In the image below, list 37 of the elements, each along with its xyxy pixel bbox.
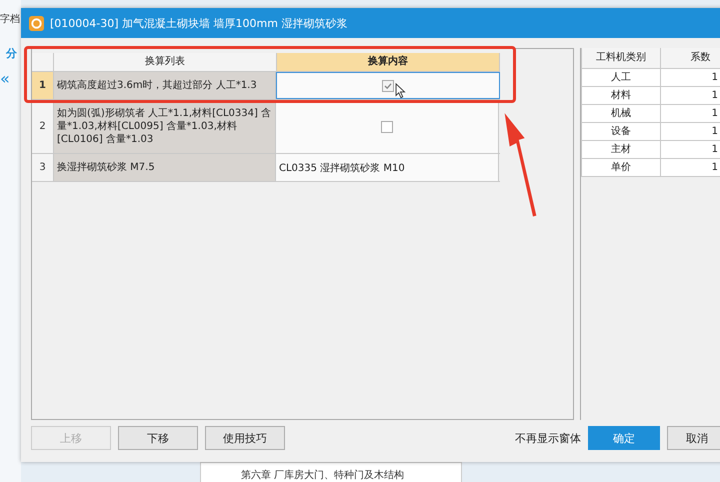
table-cell: 换湿拌砌筑砂浆 M7.5: [54, 154, 276, 181]
column-header: 换算列表: [54, 53, 277, 71]
dialog-button[interactable]: 下移: [118, 426, 198, 450]
table-cell: 设备: [581, 123, 661, 140]
checkbox[interactable]: [382, 80, 394, 92]
checkbox[interactable]: [381, 120, 393, 132]
cancel-button[interactable]: 取消: [667, 426, 720, 450]
table-cell: 单价: [581, 159, 661, 176]
table-cell[interactable]: 1: [661, 141, 720, 158]
sidebar-label: 字档: [0, 12, 20, 26]
table-cell[interactable]: [276, 72, 500, 99]
dialog-button[interactable]: 使用技巧: [205, 426, 285, 450]
table-cell: 主材: [581, 141, 661, 158]
table-cell: 如为圆(弧)形砌筑者 人工*1.1,材料[CL0334] 含量*1.03,材料[CL0095] 含量*1.03,材料[CL0106] 含量*1.03: [54, 100, 276, 153]
row-number: 1: [32, 72, 54, 99]
window-title: [010004-30] 加气混凝土砌块墙 墙厚100mm 湿拌砌筑砂浆: [50, 16, 348, 30]
column-header: 换算内容: [277, 53, 500, 71]
column-header: 工料机类别: [581, 48, 661, 68]
table-cell[interactable]: [276, 100, 499, 153]
table-cell[interactable]: CL0335 湿拌砌筑砂浆 M10: [276, 154, 499, 181]
column-header: 系数: [661, 48, 720, 68]
ok-button[interactable]: 确定: [588, 426, 660, 450]
table-cell: 材料: [581, 87, 661, 104]
table-cell: 砌筑高度超过3.6m时，其超过部分 人工*1.3: [54, 72, 276, 99]
table-cell[interactable]: 1: [661, 123, 720, 140]
table-cell[interactable]: 1: [661, 159, 720, 176]
mouse-cursor-icon: [395, 83, 406, 99]
dont-show-label: 不再显示窗体: [515, 430, 581, 446]
table-cell[interactable]: 1: [661, 69, 720, 86]
table-cell[interactable]: 1: [661, 87, 720, 104]
row-number: 2: [32, 100, 54, 153]
app-icon: [29, 16, 44, 30]
table-cell: 人工: [581, 69, 661, 86]
row-number: 3: [32, 154, 54, 181]
table-cell[interactable]: 1: [661, 105, 720, 122]
tree-item[interactable]: 第六章 厂库房大门、特种门及木结构: [241, 470, 404, 481]
table-cell: 机械: [581, 105, 661, 122]
